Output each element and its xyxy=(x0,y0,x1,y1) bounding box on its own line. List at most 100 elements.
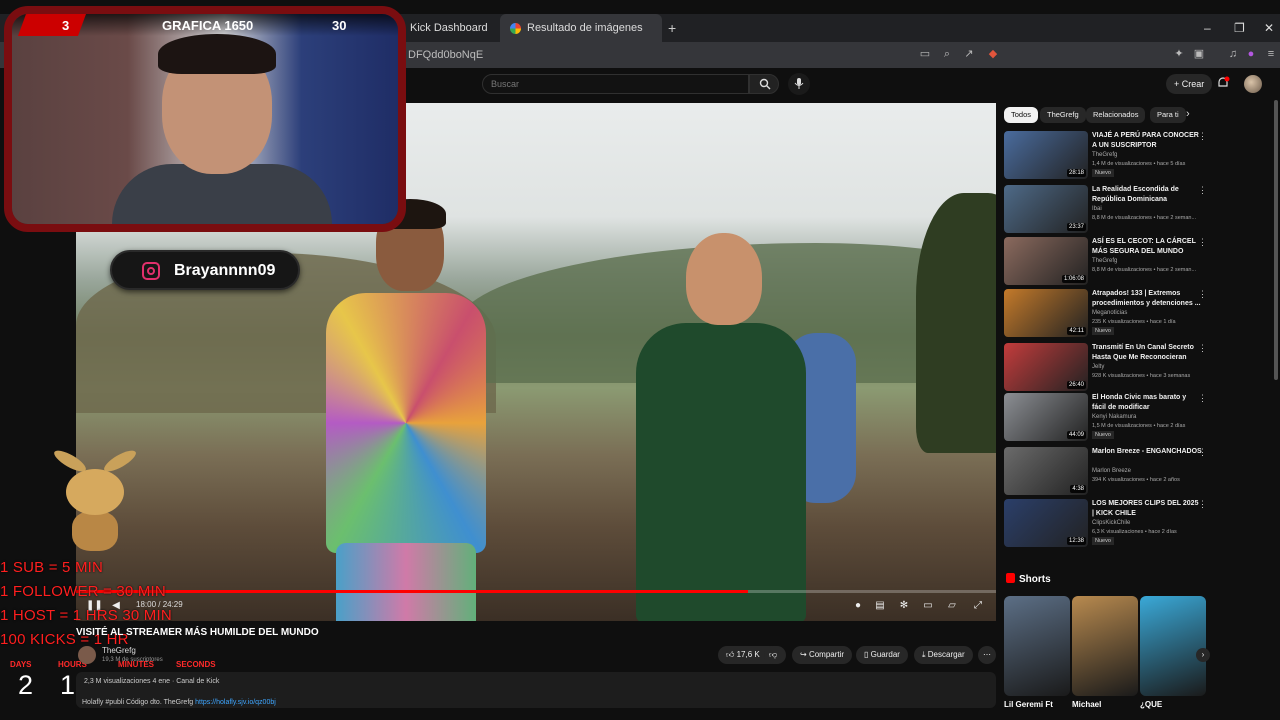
share-icon[interactable]: ↗ xyxy=(962,47,976,61)
video-title[interactable]: Transmití En Un Canal Secreto Hasta Que … xyxy=(1092,343,1202,363)
maximize-button[interactable]: ❐ xyxy=(1234,14,1245,42)
webcam-center-label: GRAFICA 1650 xyxy=(162,18,254,33)
more-options-icon[interactable]: ⋮ xyxy=(1198,343,1207,354)
recommended-video[interactable]: 28:18 VIAJÉ A PERÚ PARA CONOCER A UN SUSC… xyxy=(1004,131,1207,181)
recommended-video[interactable]: 44:09 El Honda Civic mas barato y fácil d… xyxy=(1004,393,1207,443)
channel-name[interactable]: Ibai xyxy=(1092,206,1102,212)
more-options-icon[interactable]: ⋮ xyxy=(1198,131,1207,142)
url-field[interactable]: DFQdd0boNqE xyxy=(408,42,483,68)
video-title[interactable]: ASÍ ES EL CECOT: LA CÁRCEL MÁS SEGURA DE… xyxy=(1092,237,1202,257)
subtitles-icon[interactable]: ▤ xyxy=(874,600,886,612)
instagram-handle-overlay: Brayannnn09 xyxy=(110,250,300,290)
channel-name[interactable]: Kenyi Nakamura xyxy=(1092,414,1136,420)
more-options-icon[interactable]: ⋮ xyxy=(1198,289,1207,300)
webcam-red-tab xyxy=(17,14,87,36)
zoom-icon[interactable]: ⌕ xyxy=(940,47,954,61)
chips-next-chevron-icon[interactable]: › xyxy=(1186,108,1190,120)
music-icon[interactable]: ♫ xyxy=(1226,47,1240,61)
short-item[interactable] xyxy=(1072,596,1138,696)
save-button[interactable]: ▯ Guardar xyxy=(856,646,908,664)
recommended-video[interactable]: 1:06:08 ASÍ ES EL CECOT: LA CÁRCEL MÁS SE… xyxy=(1004,237,1207,287)
chip-relacionados[interactable]: Relacionados xyxy=(1086,107,1146,123)
channel-name[interactable]: Jelty xyxy=(1092,364,1104,370)
video-thumbnail[interactable]: 28:18 xyxy=(1004,131,1088,179)
settings-gear-icon[interactable]: ✻ xyxy=(898,600,910,612)
tab-kick-dashboard[interactable]: Kick Dashboard xyxy=(400,14,500,42)
search-button[interactable] xyxy=(749,74,779,94)
video-thumbnail[interactable]: 44:09 xyxy=(1004,393,1088,441)
channel-avatar[interactable] xyxy=(78,646,96,664)
recommended-video[interactable]: 23:37 La Realidad Escondida de República … xyxy=(1004,185,1207,235)
miniplayer-icon[interactable]: ▭ xyxy=(922,600,934,612)
search-input[interactable]: Buscar xyxy=(482,74,749,94)
video-duration: 12:38 xyxy=(1066,537,1086,545)
channel-name[interactable]: TheGrefg xyxy=(1092,152,1117,158)
streamer-hair xyxy=(158,34,276,74)
description-link[interactable]: https://holafly.sjv.io/qz00bj xyxy=(195,699,276,706)
sidebar-icon[interactable]: ▣ xyxy=(1192,47,1206,61)
tab-google-images[interactable]: Resultado de imágenes de Google xyxy=(500,14,662,62)
more-options-icon[interactable]: ⋮ xyxy=(1198,447,1207,458)
fullscreen-icon[interactable]: ⤢ xyxy=(972,600,984,612)
more-options-icon[interactable]: ⋮ xyxy=(1198,185,1207,196)
new-tab-button[interactable]: + xyxy=(668,14,676,42)
channel-name[interactable]: ClipsKickChile xyxy=(1092,520,1130,526)
more-options-icon[interactable]: ⋮ xyxy=(1198,499,1207,510)
tab-label: Kick Dashboard xyxy=(410,22,488,34)
video-thumbnail[interactable]: 4:38 xyxy=(1004,447,1088,495)
video-thumbnail[interactable]: 26:40 xyxy=(1004,343,1088,391)
more-options-icon[interactable]: ⋮ xyxy=(1198,393,1207,404)
minimize-button[interactable]: – xyxy=(1204,14,1211,42)
install-app-icon[interactable]: ▭ xyxy=(918,47,932,61)
short-item[interactable] xyxy=(1004,596,1070,696)
video-thumbnail[interactable]: 42:11 xyxy=(1004,289,1088,337)
voice-search-button[interactable] xyxy=(788,73,810,95)
countdown-days-label: DAYS xyxy=(10,660,32,669)
menu-icon[interactable]: ≡ xyxy=(1264,47,1278,61)
video-thumbnail[interactable]: 12:38 xyxy=(1004,499,1088,547)
recommended-video[interactable]: 4:38 Marlon Breeze - ENGANCHADOS Marlon Br… xyxy=(1004,447,1207,497)
profile-extension-icon[interactable]: ● xyxy=(1244,47,1258,61)
brave-shield-icon[interactable]: ◆ xyxy=(986,47,1000,61)
background-tree xyxy=(916,193,996,453)
dislike-button[interactable]: 👎︎ xyxy=(764,646,786,664)
autoplay-icon[interactable]: ● xyxy=(852,600,864,612)
video-title[interactable]: LOS MEJORES CLIPS DEL 2025 | KICK CHILE xyxy=(1092,499,1202,519)
cast-icon[interactable]: ▱ xyxy=(946,600,958,612)
chip-todos[interactable]: Todos xyxy=(1004,107,1039,123)
more-actions-button[interactable]: ⋯ xyxy=(978,646,996,664)
channel-name[interactable]: TheGrefg xyxy=(102,646,136,655)
search-icon xyxy=(759,78,771,90)
recommended-video[interactable]: 42:11 Atrapados! 133 | Extremos procedimi… xyxy=(1004,289,1207,339)
streamer-webcam: 3 GRAFICA 1650 30 xyxy=(4,6,406,232)
recommended-video[interactable]: 12:38 LOS MEJORES CLIPS DEL 2025 | KICK C… xyxy=(1004,499,1207,549)
video-duration: 1:06:08 xyxy=(1061,275,1086,283)
chip-thegrefg[interactable]: TheGrefg xyxy=(1040,107,1086,123)
channel-name[interactable]: Meganoticias xyxy=(1092,310,1127,316)
download-button[interactable]: ⤓ Descargar xyxy=(914,646,973,664)
video-progress-bar[interactable] xyxy=(76,590,996,593)
video-thumbnail[interactable]: 23:37 xyxy=(1004,185,1088,233)
shorts-next-button[interactable]: › xyxy=(1196,648,1210,662)
recommended-video[interactable]: 26:40 Transmití En Un Canal Secreto Hasta… xyxy=(1004,343,1207,393)
share-button[interactable]: ↪ Compartir xyxy=(792,646,853,664)
channel-name[interactable]: TheGrefg xyxy=(1092,258,1117,264)
more-options-icon[interactable]: ⋮ xyxy=(1198,237,1207,248)
video-title[interactable]: Atrapados! 133 | Extremos procedimientos… xyxy=(1092,289,1202,309)
short-item[interactable] xyxy=(1140,596,1206,696)
video-thumbnail[interactable]: 1:06:08 xyxy=(1004,237,1088,285)
page-scrollbar[interactable] xyxy=(1274,100,1278,380)
account-avatar[interactable] xyxy=(1244,75,1262,93)
video-title[interactable]: VIAJÉ A PERÚ PARA CONOCER A UN SUSCRIPTO… xyxy=(1092,131,1202,151)
video-title[interactable]: Marlon Breeze - ENGANCHADOS xyxy=(1092,447,1202,457)
description-box[interactable]: 2,3 M visualizaciones 4 ene · Canal de K… xyxy=(76,672,996,708)
video-title[interactable]: El Honda Civic mas barato y fácil de mod… xyxy=(1092,393,1202,413)
create-button[interactable]: + Crear xyxy=(1166,74,1213,94)
new-badge: Nuevo xyxy=(1092,431,1114,439)
video-title[interactable]: La Realidad Escondida de República Domin… xyxy=(1092,185,1202,205)
channel-name[interactable]: Marlon Breeze xyxy=(1092,468,1131,474)
extensions-icon[interactable]: ✦ xyxy=(1172,47,1186,61)
chip-para-ti[interactable]: Para ti xyxy=(1150,107,1186,123)
close-window-button[interactable]: ✕ xyxy=(1264,14,1274,42)
notifications-bell-icon[interactable] xyxy=(1216,76,1230,90)
